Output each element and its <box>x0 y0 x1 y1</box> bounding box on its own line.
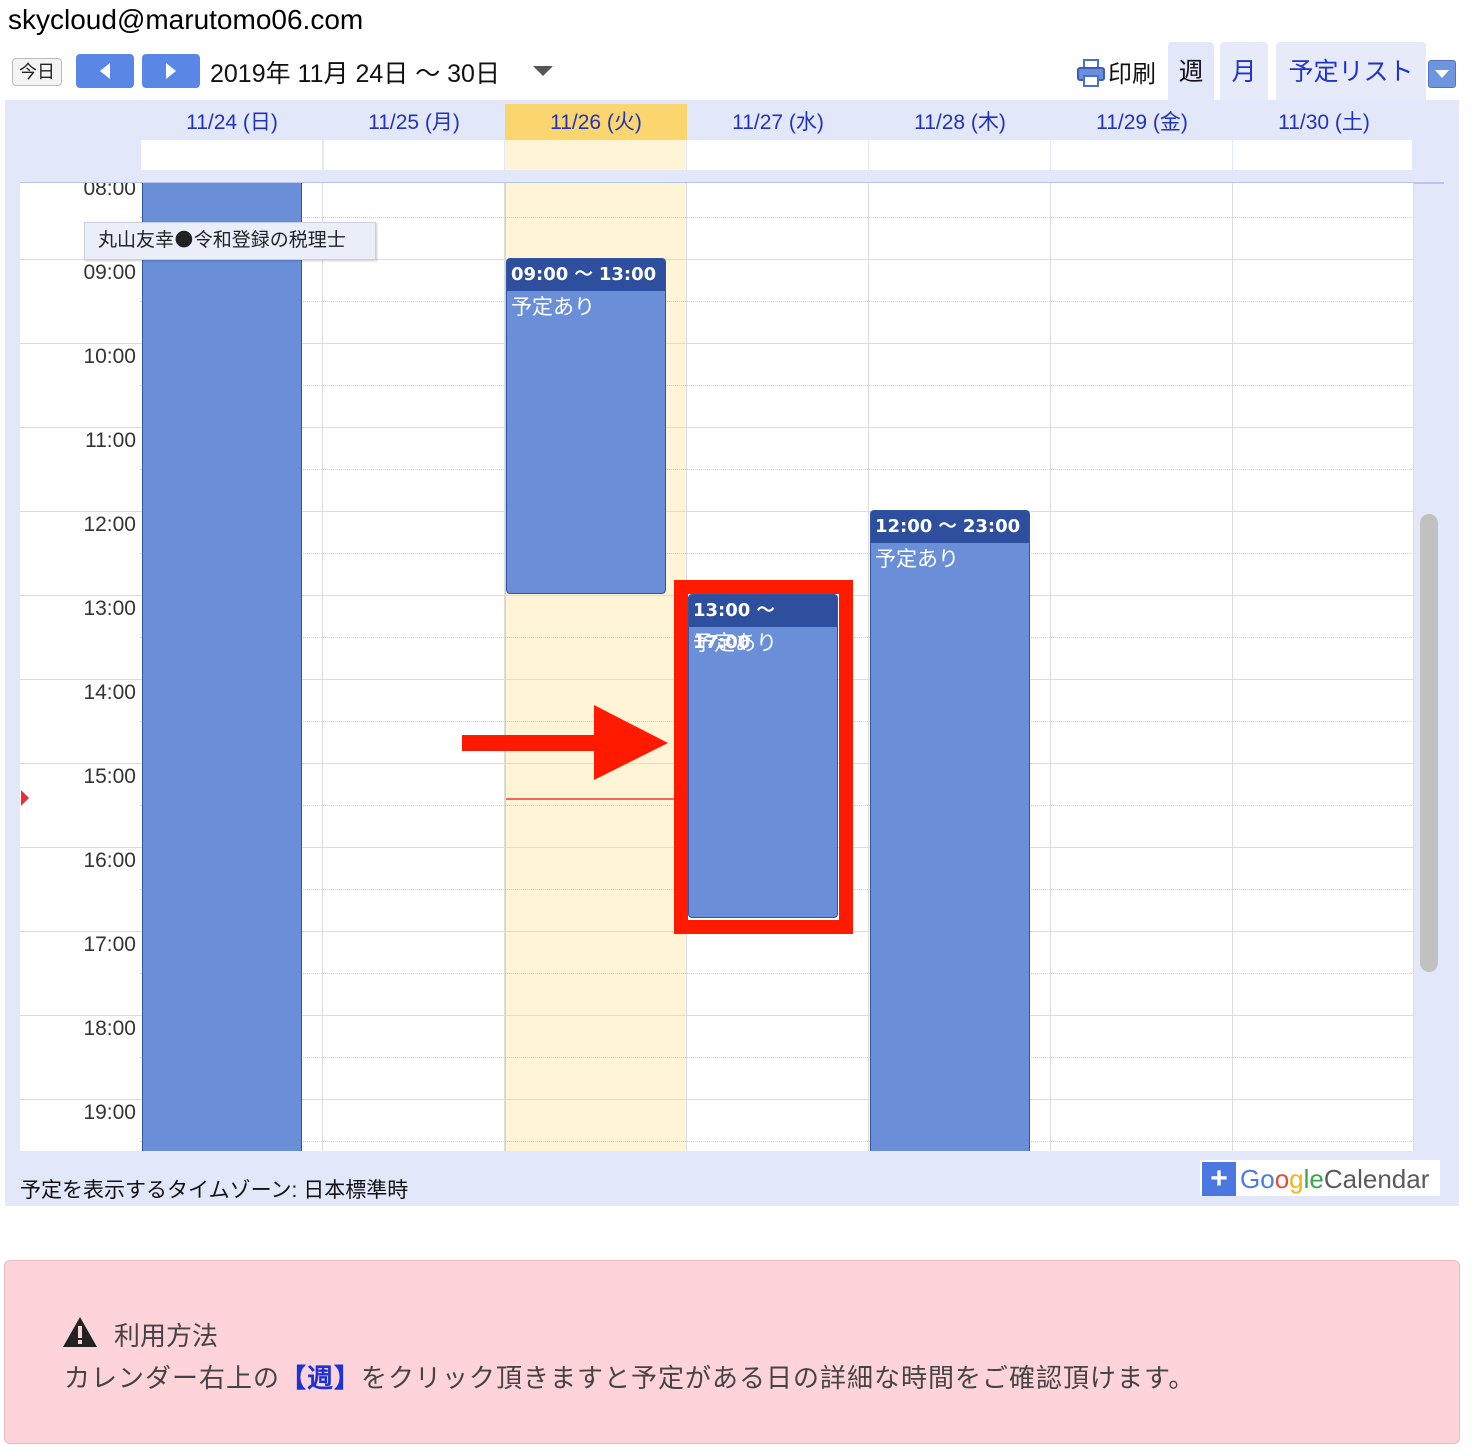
current-time-marker-icon <box>21 790 29 806</box>
half-hour-line <box>140 469 1414 470</box>
day-column-divider <box>504 183 505 1151</box>
printer-icon[interactable] <box>1076 58 1106 88</box>
day-column-divider <box>868 183 869 1151</box>
current-time-line <box>506 798 676 800</box>
time-label: 18:00 <box>83 1017 136 1040</box>
event-tue[interactable]: 09:00 〜 13:00 予定あり <box>506 258 666 594</box>
event-time: 12:00 〜 23:00 <box>871 511 1029 543</box>
logo-part: g <box>1289 1164 1304 1194</box>
day-header-thu[interactable]: 11/28 (木) <box>869 104 1051 140</box>
event-thu[interactable]: 12:00 〜 23:00 予定あり <box>870 510 1030 1151</box>
day-header-wed[interactable]: 11/27 (水) <box>687 104 869 140</box>
time-label: 15:00 <box>83 765 136 788</box>
allday-cell[interactable] <box>687 140 868 170</box>
tab-agenda[interactable]: 予定リスト <box>1276 42 1426 100</box>
logo-part: o <box>1274 1164 1290 1194</box>
day-header-mon[interactable]: 11/25 (月) <box>323 104 505 140</box>
event-title: 予定あり <box>511 296 595 319</box>
logo-part: Calendar <box>1323 1164 1430 1194</box>
chevron-right-icon <box>166 63 176 79</box>
time-label: 09:00 <box>83 261 136 284</box>
day-header-fri[interactable]: 11/29 (金) <box>1051 104 1233 140</box>
allday-cell[interactable] <box>141 140 322 170</box>
allday-cell[interactable] <box>505 140 686 170</box>
view-menu-button[interactable] <box>1428 60 1456 88</box>
timezone-label: 予定を表示するタイムゾーン: 日本標準時 <box>20 1179 409 1202</box>
day-column-divider <box>1232 183 1233 1151</box>
day-column-divider <box>1050 183 1051 1151</box>
day-column-divider <box>322 183 323 1151</box>
today-button[interactable]: 今日 <box>12 58 62 86</box>
print-link[interactable]: 印刷 <box>1108 54 1156 89</box>
logo-part: le <box>1303 1164 1324 1194</box>
logo-part: Go <box>1240 1164 1275 1194</box>
half-hour-line <box>140 1057 1414 1058</box>
account-email: skycloud@marutomo06.com <box>8 4 364 35</box>
plus-icon[interactable]: + <box>1202 1162 1236 1196</box>
chevron-left-icon <box>100 63 110 79</box>
google-calendar-logo[interactable]: GoogleCalendar <box>1240 1164 1429 1195</box>
chevron-down-icon <box>1435 70 1449 78</box>
tab-week[interactable]: 週 <box>1168 42 1214 100</box>
time-label: 14:00 <box>83 681 136 704</box>
warning-icon <box>63 1317 97 1347</box>
day-header-sat[interactable]: 11/30 (土) <box>1233 104 1415 140</box>
time-label: 11:00 <box>85 429 136 452</box>
half-hour-line <box>140 1141 1414 1142</box>
next-week-button[interactable] <box>142 54 200 88</box>
time-label: 13:00 <box>83 597 136 620</box>
half-hour-line <box>140 973 1414 974</box>
notice-highlight: 【週】 <box>280 1363 362 1393</box>
event-tooltip: 丸山友幸🌑令和登録の税理士 <box>84 222 376 260</box>
notice-body-text: をクリック頂きますと予定がある日の詳細な時間をご確認頂けます。 <box>361 1363 1196 1393</box>
notice-body: カレンダー右上の【週】をクリック頂きますと予定がある日の詳細な時間をご確認頂けま… <box>64 1358 1195 1395</box>
allday-cell[interactable] <box>1051 140 1232 170</box>
allday-cell[interactable] <box>1233 140 1412 170</box>
event-time: 09:00 〜 13:00 <box>507 259 665 291</box>
half-hour-line <box>140 217 1414 218</box>
half-hour-line <box>140 385 1414 386</box>
grid-scrollbar[interactable] <box>1420 514 1438 972</box>
annotation-highlight-box <box>674 580 853 934</box>
tab-month[interactable]: 月 <box>1220 42 1268 100</box>
time-label: 12:00 <box>83 513 136 536</box>
time-label: 10:00 <box>83 345 136 368</box>
day-header-sun[interactable]: 11/24 (日) <box>141 104 323 140</box>
notice-title: 利用方法 <box>114 1321 219 1351</box>
notice-body-text: カレンダー右上の <box>64 1363 281 1393</box>
time-label: 19:00 <box>83 1101 136 1124</box>
event-sun-allday[interactable] <box>142 183 302 1151</box>
date-range-dropdown-icon[interactable] <box>532 64 554 78</box>
usage-notice <box>4 1260 1460 1444</box>
half-hour-line <box>140 553 1414 554</box>
allday-cell[interactable] <box>324 140 504 170</box>
day-column-divider <box>1413 183 1414 1151</box>
half-hour-line <box>140 301 1414 302</box>
prev-week-button[interactable] <box>76 54 134 88</box>
time-label: 16:00 <box>83 849 136 872</box>
event-title: 予定あり <box>875 548 959 571</box>
day-header-tue[interactable]: 11/26 (火) <box>505 104 687 140</box>
time-label: 17:00 <box>83 933 136 956</box>
time-label: 08:00 <box>83 183 136 200</box>
allday-cell[interactable] <box>869 140 1050 170</box>
date-range-label: 2019年 11月 24日 〜 30日 <box>210 60 500 88</box>
annotation-arrow-icon <box>462 705 668 780</box>
